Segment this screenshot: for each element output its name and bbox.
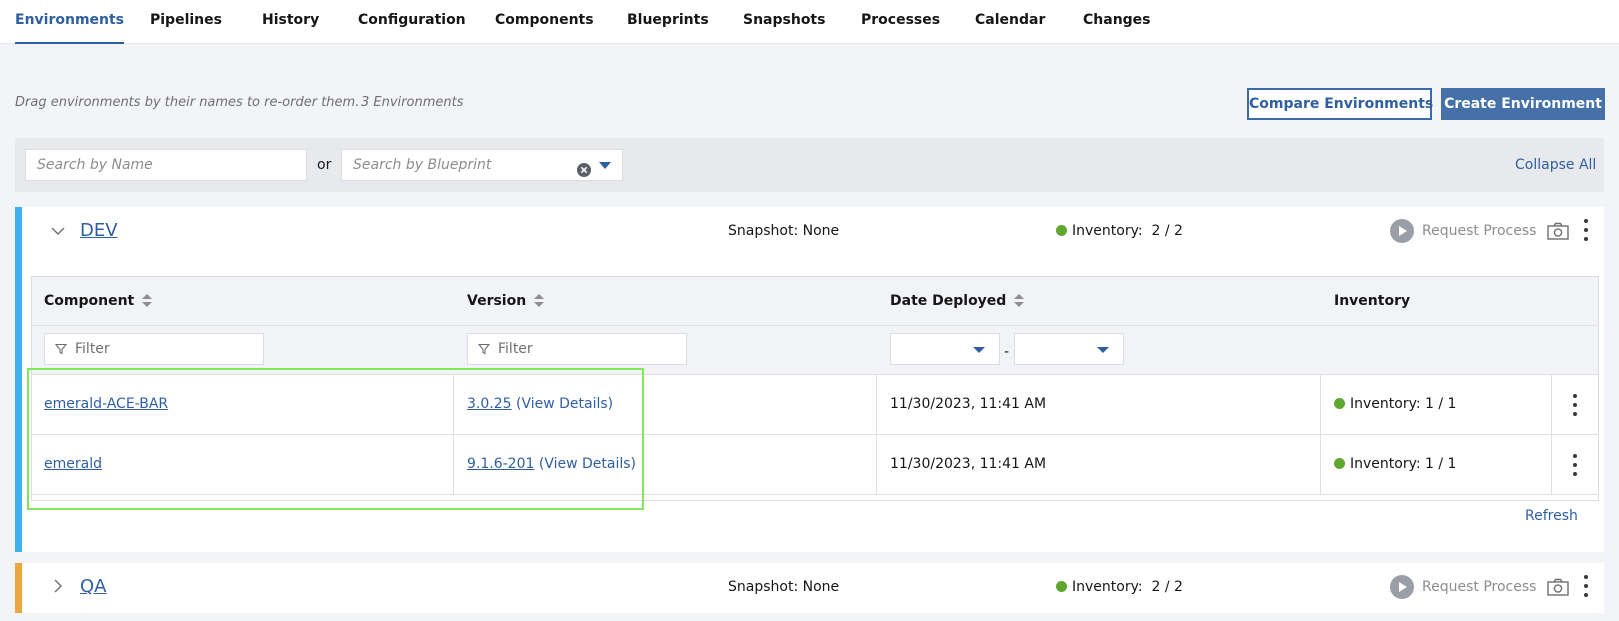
compare-environments-button[interactable]: Compare Environments	[1247, 88, 1433, 120]
sort-icon[interactable]	[142, 294, 153, 308]
row-overflow-menu-icon[interactable]	[1572, 454, 1578, 476]
clear-icon[interactable]	[577, 158, 591, 177]
environment-count: 3 Environments	[361, 95, 464, 110]
version-cell: 3.0.25 (View Details)	[467, 375, 613, 434]
play-icon	[1390, 219, 1414, 243]
inventory-status: Inventory: 2 / 2	[1056, 579, 1183, 595]
status-ok-icon	[1056, 225, 1067, 236]
overflow-menu-icon[interactable]	[1583, 575, 1589, 597]
component-link[interactable]: emerald-ACE-BAR	[44, 375, 168, 434]
filter-icon	[55, 343, 67, 355]
component-filter-input[interactable]: Filter	[44, 333, 264, 365]
camera-icon[interactable]	[1547, 578, 1569, 596]
inventory-label: Inventory:	[1072, 223, 1143, 239]
inventory-value: 2 / 2	[1151, 579, 1183, 595]
create-environment-button[interactable]: Create Environment	[1441, 88, 1605, 120]
environment-name-qa[interactable]: QA	[80, 576, 106, 597]
tab-calendar[interactable]: Calendar	[975, 0, 1045, 44]
search-by-name-input[interactable]: Search by Name	[25, 149, 307, 181]
tab-changes[interactable]: Changes	[1083, 0, 1151, 44]
components-table: Component Version Date Deployed Inventor…	[31, 276, 1599, 501]
environment-card-qa: QA Snapshot: None Inventory: 2 / 2 Reque…	[15, 563, 1604, 613]
refresh-link[interactable]: Refresh	[1525, 508, 1578, 524]
column-header-component[interactable]: Component	[44, 293, 153, 309]
view-details-link[interactable]: (View Details)	[539, 456, 636, 472]
chevron-down-icon[interactable]	[51, 224, 65, 238]
chevron-down-icon[interactable]	[599, 162, 611, 169]
collapse-all-link[interactable]: Collapse All	[1515, 157, 1596, 173]
table-row: emerald-ACE-BAR 3.0.25 (View Details) 11…	[32, 375, 1598, 435]
inventory-status: Inventory: 2 / 2	[1056, 223, 1183, 239]
chevron-right-icon[interactable]	[51, 579, 65, 593]
environment-color-strip	[15, 207, 22, 552]
snapshot-label: Snapshot: None	[728, 579, 840, 595]
tab-configuration[interactable]: Configuration	[358, 0, 466, 44]
row-inventory: Inventory: 1 / 1	[1334, 435, 1456, 494]
camera-icon[interactable]	[1547, 222, 1569, 240]
snapshot-label: Snapshot: None	[728, 223, 840, 239]
request-process-button[interactable]: Request Process	[1390, 575, 1536, 599]
tab-pipelines[interactable]: Pipelines	[150, 0, 222, 44]
view-details-link[interactable]: (View Details)	[516, 396, 613, 412]
inventory-label: Inventory:	[1072, 579, 1143, 595]
status-ok-icon	[1334, 458, 1345, 469]
tab-processes[interactable]: Processes	[861, 0, 940, 44]
row-inventory: Inventory: 1 / 1	[1334, 375, 1456, 434]
environment-name-dev[interactable]: DEV	[80, 220, 118, 241]
environment-color-strip	[15, 563, 22, 613]
component-filter-placeholder: Filter	[75, 341, 110, 357]
tab-snapshots[interactable]: Snapshots	[743, 0, 825, 44]
sort-icon[interactable]	[534, 294, 545, 308]
version-link[interactable]: 9.1.6-201	[467, 456, 534, 472]
version-filter-input[interactable]: Filter	[467, 333, 687, 365]
tab-environments[interactable]: Environments	[15, 0, 125, 44]
request-process-label: Request Process	[1422, 579, 1537, 595]
top-navigation: Environments Pipelines History Configura…	[0, 0, 1619, 44]
row-overflow-menu-icon[interactable]	[1572, 394, 1578, 416]
date-deployed-cell: 11/30/2023, 11:41 AM	[890, 396, 1047, 412]
request-process-button[interactable]: Request Process	[1390, 219, 1536, 243]
version-link[interactable]: 3.0.25	[467, 396, 512, 412]
date-deployed-cell: 11/30/2023, 11:41 AM	[890, 456, 1047, 472]
tab-blueprints[interactable]: Blueprints	[627, 0, 709, 44]
status-ok-icon	[1056, 581, 1067, 592]
table-header: Component Version Date Deployed Inventor…	[32, 277, 1598, 326]
column-header-inventory: Inventory	[1334, 293, 1411, 309]
date-to-select[interactable]	[1014, 333, 1124, 365]
row-inventory-label: Inventory: 1 / 1	[1350, 396, 1457, 412]
filter-icon	[478, 343, 490, 355]
column-header-date-deployed[interactable]: Date Deployed	[890, 293, 1025, 309]
reorder-hint: Drag environments by their names to re-o…	[15, 95, 360, 110]
row-inventory-label: Inventory: 1 / 1	[1350, 456, 1457, 472]
component-link[interactable]: emerald	[44, 435, 102, 494]
overflow-menu-icon[interactable]	[1583, 219, 1589, 241]
request-process-label: Request Process	[1422, 223, 1537, 239]
inventory-value: 2 / 2	[1151, 223, 1183, 239]
tab-components[interactable]: Components	[495, 0, 594, 44]
date-from-select[interactable]	[890, 333, 1000, 365]
table-row: emerald 9.1.6-201 (View Details) 11/30/2…	[32, 435, 1598, 495]
tab-history[interactable]: History	[262, 0, 319, 44]
search-by-blueprint-input[interactable]: Search by Blueprint	[341, 149, 623, 181]
version-cell: 9.1.6-201 (View Details)	[467, 435, 636, 494]
version-filter-placeholder: Filter	[498, 341, 533, 357]
date-range-separator: -	[1004, 344, 1010, 360]
status-ok-icon	[1334, 398, 1345, 409]
play-icon	[1390, 575, 1414, 599]
or-label: or	[317, 157, 332, 173]
search-by-blueprint-placeholder: Search by Blueprint	[353, 157, 492, 173]
filter-row: Filter Filter -	[32, 326, 1598, 375]
sort-icon[interactable]	[1014, 294, 1025, 308]
column-header-version[interactable]: Version	[467, 293, 545, 309]
